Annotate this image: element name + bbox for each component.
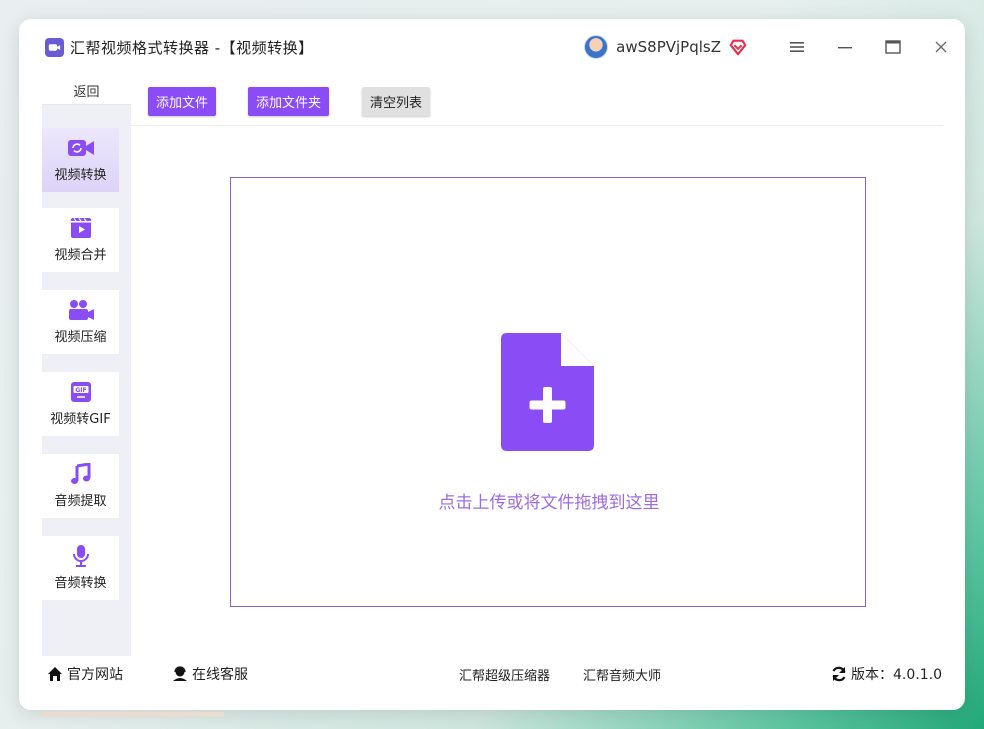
app-window: 汇帮视频格式转换器 -【视频转换】 awS8PVjPqlsZ 返回 视频转换 视… [19,19,965,710]
video-convert-icon [67,140,94,156]
support-label: 在线客服 [192,667,248,683]
dropzone-hint: 点击上传或将文件拖拽到这里 [438,493,660,513]
toolbar: 添加文件 添加文件夹 清空列表 [131,76,943,126]
svg-text:GIF: GIF [75,387,86,394]
background-strip [42,712,224,717]
add-folder-button[interactable]: 添加文件夹 [248,87,330,116]
sidebar-item-video-convert[interactable]: 视频转换 [42,128,119,192]
sidebar-item-label: 视频转换 [54,168,107,183]
version-info[interactable]: 版本：4.0.1.0 [831,664,942,684]
version-label: 版本：4.0.1.0 [851,667,942,683]
sidebar-item-label: 音频转换 [54,576,107,591]
customer-service-icon [173,666,187,681]
username[interactable]: awS8PVjPqlsZ [616,38,721,56]
refresh-icon [832,666,846,682]
back-button[interactable]: 返回 [42,76,131,105]
add-file-button[interactable]: 添加文件 [148,87,217,116]
vip-diamond-icon[interactable] [729,38,747,56]
audio-master-link[interactable]: 汇帮音频大师 [583,665,661,684]
title-bar: 汇帮视频格式转换器 -【视频转换】 awS8PVjPqlsZ [19,19,965,75]
maximize-icon[interactable] [869,19,917,75]
support-link[interactable]: 在线客服 [172,664,248,684]
sidebar-item-video-compress[interactable]: 视频压缩 [42,290,119,354]
gif-icon: GIF [70,382,91,402]
video-compress-icon [68,300,94,320]
file-add-icon[interactable] [501,333,594,451]
avatar[interactable] [584,35,609,59]
window-title: 汇帮视频格式转换器 -【视频转换】 [70,38,314,57]
sidebar: 返回 视频转换 视频合并 视频压缩 GIF 视频转GIF 音频提取 音频转换 [42,76,131,656]
website-link[interactable]: 官方网站 [47,664,123,684]
sidebar-item-label: 视频合并 [54,248,107,263]
home-icon [48,667,62,681]
music-note-icon [70,463,90,484]
sidebar-item-video-gif[interactable]: GIF 视频转GIF [42,372,119,436]
sidebar-item-label: 音频提取 [54,494,107,509]
compressor-link[interactable]: 汇帮超级压缩器 [459,665,550,684]
video-merge-icon [70,218,91,238]
menu-icon[interactable] [773,19,821,75]
clear-list-button[interactable]: 清空列表 [362,87,431,116]
app-camera-icon [45,37,64,57]
microphone-icon [72,545,89,567]
close-icon[interactable] [917,19,965,75]
minimize-icon[interactable] [821,19,869,75]
sidebar-item-label: 视频压缩 [54,330,107,345]
sidebar-item-video-merge[interactable]: 视频合并 [42,208,119,272]
website-label: 官方网站 [67,667,123,683]
sidebar-item-audio-convert[interactable]: 音频转换 [42,536,119,600]
file-dropzone[interactable]: 点击上传或将文件拖拽到这里 [230,177,866,607]
sidebar-item-label: 视频转GIF [50,412,111,427]
footer: 官方网站 在线客服 汇帮超级压缩器 汇帮音频大师 版本：4.0.1.0 [42,656,942,692]
sidebar-item-audio-extract[interactable]: 音频提取 [42,454,119,518]
title-right-group: awS8PVjPqlsZ [584,19,965,75]
